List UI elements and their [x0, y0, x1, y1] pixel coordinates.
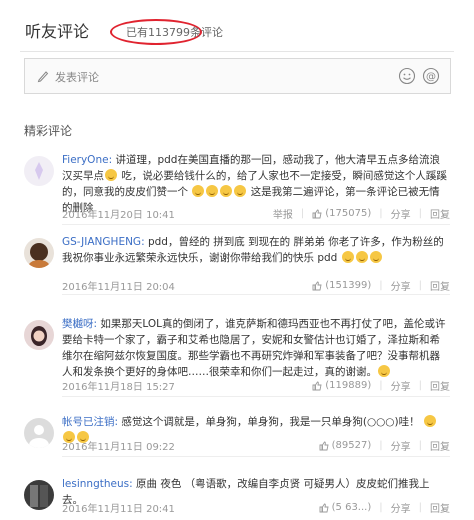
svg-text:@: @	[426, 72, 436, 83]
list-item: 帐号已注销: 感觉这个调就是，单身狗，单身狗，我是一只单身狗(○○○)哇！ 20…	[24, 414, 452, 460]
emoji-icon	[206, 185, 219, 197]
share-button[interactable]: 分享	[391, 500, 411, 515]
emoji-icon	[423, 415, 436, 427]
comment-meta: 2016年11月11日 20:41 (5 63...) | 分享 | 回复	[62, 500, 450, 516]
comment-time: 2016年11月18日 15:27	[62, 382, 175, 393]
username-link[interactable]: 樊樾呀:	[62, 318, 97, 330]
username-link[interactable]: lesinngtheus:	[62, 478, 133, 490]
emoji-icon	[355, 251, 368, 263]
thumbs-up-icon	[312, 281, 322, 290]
thumbs-up-icon	[312, 209, 322, 218]
comment-time: 2016年11月11日 09:22	[62, 442, 175, 453]
comment-meta: 2016年11月20日 10:41 举报 | (175075) | 分享 | 回…	[62, 206, 450, 222]
report-button[interactable]: 举报	[273, 206, 293, 221]
header: 听友评论 已有113799条评论	[20, 0, 454, 62]
like-button[interactable]: (151399)	[312, 280, 371, 291]
comment-time: 2016年11月20日 10:41	[62, 210, 175, 221]
comment-actions: (119889) | 分享 | 回复	[304, 378, 450, 393]
avatar[interactable]	[24, 238, 54, 268]
divider	[62, 396, 450, 397]
emoji-icon	[378, 365, 390, 377]
list-item: GS-JIANGHENG: pdd，曾经的 拼到底 到现在的 胖弟弟 你老了许多…	[24, 234, 452, 295]
divider: |	[379, 440, 383, 451]
like-count: (5 63...)	[331, 502, 372, 513]
comment-meta: 2016年11月11日 20:04 (151399) | 分享 | 回复	[62, 278, 450, 294]
emoji-icon	[369, 251, 382, 263]
pencil-icon	[37, 71, 49, 83]
reply-button[interactable]: 回复	[430, 500, 450, 515]
divider: |	[379, 380, 383, 391]
comment-count: 已有113799条评论	[126, 26, 223, 39]
avatar[interactable]	[24, 156, 54, 186]
reply-button[interactable]: 回复	[430, 206, 450, 221]
divider	[62, 224, 450, 225]
divider	[62, 294, 450, 295]
avatar[interactable]	[24, 480, 54, 510]
reply-button[interactable]: 回复	[430, 438, 450, 453]
emoji-icon	[341, 251, 354, 263]
divider	[62, 456, 450, 457]
emoji-icon[interactable]	[398, 67, 416, 85]
share-button[interactable]: 分享	[391, 206, 411, 221]
like-button[interactable]: (119889)	[312, 380, 371, 391]
divider: |	[379, 280, 383, 291]
emoji-icon	[105, 169, 117, 181]
list-item: FieryOne: 讲道理，pdd在美国直播的那一回，感动我了，他大清早五点多给…	[24, 152, 452, 225]
like-button[interactable]: (89527)	[319, 440, 372, 451]
comments-page: 听友评论 已有113799条评论 发表评论 @ 精彩评论 FieryOne: 讲…	[0, 0, 474, 520]
divider: |	[418, 208, 422, 219]
divider: |	[418, 380, 422, 391]
thumbs-up-icon	[319, 441, 329, 450]
comment-input[interactable]: 发表评论 @	[24, 58, 451, 94]
like-count: (175075)	[325, 208, 372, 219]
divider: |	[300, 208, 305, 219]
reply-button[interactable]: 回复	[430, 378, 450, 393]
comment-actions: (151399) | 分享 | 回复	[304, 278, 450, 293]
emoji-icon	[192, 185, 205, 197]
share-button[interactable]: 分享	[391, 438, 411, 453]
comment-meta: 2016年11月11日 09:22 (89527) | 分享 | 回复	[62, 438, 450, 454]
emoji-icon	[234, 185, 247, 197]
page-title: 听友评论	[25, 22, 90, 41]
divider: |	[418, 440, 422, 451]
comment-text-line: 感觉这个调就是，单身狗，单身狗，我是一只单身狗(○○○)哇！	[121, 416, 420, 428]
list-item: 樊樾呀: 如果那天LOL真的倒闭了，谁克萨斯和德玛西亚也不再打仗了吧，盖伦或许要…	[24, 316, 452, 397]
divider: |	[379, 502, 383, 513]
like-count: (151399)	[325, 280, 372, 291]
list-item: lesinngtheus: 原曲 夜色 （粤语歌，改编自李贞贤 可疑男人）皮皮蛇…	[24, 476, 452, 520]
like-count: (89527)	[331, 440, 372, 451]
comment-actions: (5 63...) | 分享 | 回复	[311, 500, 450, 515]
mention-icon[interactable]: @	[422, 67, 440, 85]
divider: |	[379, 208, 383, 219]
username-link[interactable]: FieryOne:	[62, 154, 112, 166]
share-button[interactable]: 分享	[391, 278, 411, 293]
divider: |	[418, 502, 422, 513]
username-link[interactable]: GS-JIANGHENG:	[62, 236, 145, 248]
header-divider	[20, 51, 454, 52]
thumbs-up-icon	[312, 381, 322, 390]
comment-text: GS-JIANGHENG: pdd，曾经的 拼到底 到现在的 胖弟弟 你老了许多…	[62, 234, 450, 266]
avatar[interactable]	[24, 418, 54, 448]
comment-actions: (89527) | 分享 | 回复	[311, 438, 450, 453]
comment-time: 2016年11月11日 20:04	[62, 282, 175, 293]
like-button[interactable]: (5 63...)	[319, 502, 372, 513]
comment-text: 樊樾呀: 如果那天LOL真的倒闭了，谁克萨斯和德玛西亚也不再打仗了吧，盖伦或许要…	[62, 316, 450, 380]
comment-actions: 举报 | (175075) | 分享 | 回复	[265, 206, 450, 221]
comment-placeholder: 发表评论	[55, 71, 99, 84]
comment-meta: 2016年11月18日 15:27 (119889) | 分享 | 回复	[62, 378, 450, 394]
section-title: 精彩评论	[24, 124, 73, 138]
like-button[interactable]: (175075)	[312, 208, 371, 219]
reply-button[interactable]: 回复	[430, 278, 450, 293]
share-button[interactable]: 分享	[391, 378, 411, 393]
username-link[interactable]: 帐号已注销:	[62, 416, 118, 428]
comment-time: 2016年11月11日 20:41	[62, 504, 175, 515]
divider: |	[418, 280, 422, 291]
emoji-icon	[220, 185, 233, 197]
like-count: (119889)	[325, 380, 372, 391]
avatar[interactable]	[24, 320, 54, 350]
thumbs-up-icon	[319, 503, 329, 512]
